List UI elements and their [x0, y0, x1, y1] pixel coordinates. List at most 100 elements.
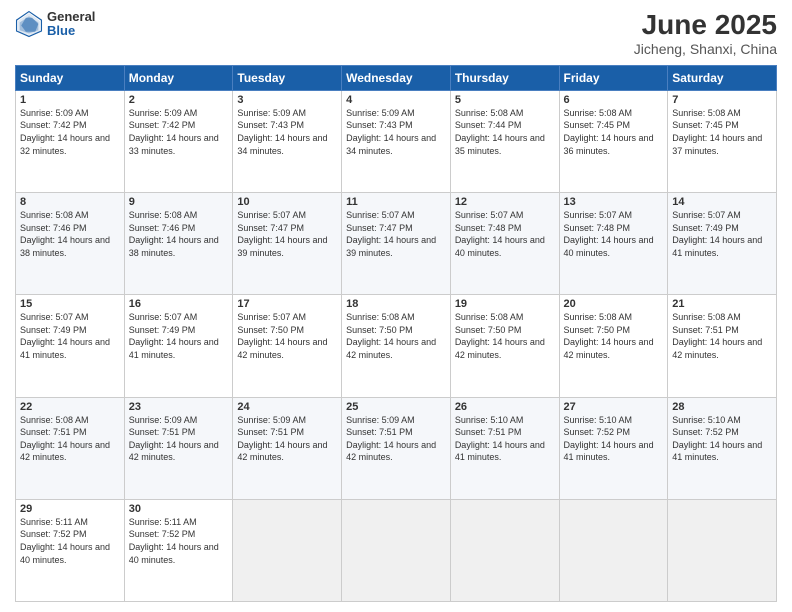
- cell-info: Sunrise: 5:07 AMSunset: 7:47 PMDaylight:…: [237, 209, 337, 259]
- calendar-cell: 19Sunrise: 5:08 AMSunset: 7:50 PMDayligh…: [450, 295, 559, 397]
- cell-info: Sunrise: 5:11 AMSunset: 7:52 PMDaylight:…: [129, 516, 229, 566]
- day-number: 13: [564, 196, 664, 208]
- page-title: June 2025: [634, 10, 777, 41]
- day-number: 29: [20, 503, 120, 515]
- cell-info: Sunrise: 5:09 AMSunset: 7:43 PMDaylight:…: [346, 107, 446, 157]
- calendar-week-row: 8Sunrise: 5:08 AMSunset: 7:46 PMDaylight…: [16, 193, 777, 295]
- cell-info: Sunrise: 5:08 AMSunset: 7:46 PMDaylight:…: [129, 209, 229, 259]
- calendar-cell: 6Sunrise: 5:08 AMSunset: 7:45 PMDaylight…: [559, 90, 668, 192]
- calendar-cell: 26Sunrise: 5:10 AMSunset: 7:51 PMDayligh…: [450, 397, 559, 499]
- day-number: 30: [129, 503, 229, 515]
- calendar-cell: 13Sunrise: 5:07 AMSunset: 7:48 PMDayligh…: [559, 193, 668, 295]
- calendar-cell: 9Sunrise: 5:08 AMSunset: 7:46 PMDaylight…: [124, 193, 233, 295]
- cell-info: Sunrise: 5:08 AMSunset: 7:50 PMDaylight:…: [564, 311, 664, 361]
- day-number: 18: [346, 298, 446, 310]
- weekday-header-row: SundayMondayTuesdayWednesdayThursdayFrid…: [16, 65, 777, 90]
- cell-info: Sunrise: 5:08 AMSunset: 7:51 PMDaylight:…: [672, 311, 772, 361]
- page-header: General Blue June 2025 Jicheng, Shanxi, …: [15, 10, 777, 57]
- calendar-cell: 16Sunrise: 5:07 AMSunset: 7:49 PMDayligh…: [124, 295, 233, 397]
- calendar-cell: 27Sunrise: 5:10 AMSunset: 7:52 PMDayligh…: [559, 397, 668, 499]
- calendar-cell: [450, 499, 559, 601]
- day-number: 14: [672, 196, 772, 208]
- calendar-cell: [559, 499, 668, 601]
- calendar-cell: 25Sunrise: 5:09 AMSunset: 7:51 PMDayligh…: [342, 397, 451, 499]
- day-number: 16: [129, 298, 229, 310]
- day-number: 1: [20, 94, 120, 106]
- cell-info: Sunrise: 5:11 AMSunset: 7:52 PMDaylight:…: [20, 516, 120, 566]
- calendar-cell: 28Sunrise: 5:10 AMSunset: 7:52 PMDayligh…: [668, 397, 777, 499]
- calendar-cell: 23Sunrise: 5:09 AMSunset: 7:51 PMDayligh…: [124, 397, 233, 499]
- calendar-cell: [233, 499, 342, 601]
- weekday-header-friday: Friday: [559, 65, 668, 90]
- weekday-header-saturday: Saturday: [668, 65, 777, 90]
- calendar-cell: 24Sunrise: 5:09 AMSunset: 7:51 PMDayligh…: [233, 397, 342, 499]
- day-number: 28: [672, 401, 772, 413]
- cell-info: Sunrise: 5:08 AMSunset: 7:45 PMDaylight:…: [564, 107, 664, 157]
- cell-info: Sunrise: 5:09 AMSunset: 7:42 PMDaylight:…: [20, 107, 120, 157]
- day-number: 21: [672, 298, 772, 310]
- calendar-cell: 29Sunrise: 5:11 AMSunset: 7:52 PMDayligh…: [16, 499, 125, 601]
- calendar-week-row: 1Sunrise: 5:09 AMSunset: 7:42 PMDaylight…: [16, 90, 777, 192]
- day-number: 2: [129, 94, 229, 106]
- cell-info: Sunrise: 5:07 AMSunset: 7:48 PMDaylight:…: [564, 209, 664, 259]
- calendar-cell: 17Sunrise: 5:07 AMSunset: 7:50 PMDayligh…: [233, 295, 342, 397]
- weekday-header-sunday: Sunday: [16, 65, 125, 90]
- day-number: 20: [564, 298, 664, 310]
- calendar-cell: 21Sunrise: 5:08 AMSunset: 7:51 PMDayligh…: [668, 295, 777, 397]
- day-number: 12: [455, 196, 555, 208]
- calendar-cell: 2Sunrise: 5:09 AMSunset: 7:42 PMDaylight…: [124, 90, 233, 192]
- calendar-cell: 14Sunrise: 5:07 AMSunset: 7:49 PMDayligh…: [668, 193, 777, 295]
- day-number: 23: [129, 401, 229, 413]
- day-number: 25: [346, 401, 446, 413]
- calendar-week-row: 29Sunrise: 5:11 AMSunset: 7:52 PMDayligh…: [16, 499, 777, 601]
- cell-info: Sunrise: 5:10 AMSunset: 7:51 PMDaylight:…: [455, 414, 555, 464]
- calendar-cell: 11Sunrise: 5:07 AMSunset: 7:47 PMDayligh…: [342, 193, 451, 295]
- day-number: 27: [564, 401, 664, 413]
- day-number: 9: [129, 196, 229, 208]
- weekday-header-monday: Monday: [124, 65, 233, 90]
- calendar-cell: 1Sunrise: 5:09 AMSunset: 7:42 PMDaylight…: [16, 90, 125, 192]
- cell-info: Sunrise: 5:09 AMSunset: 7:51 PMDaylight:…: [237, 414, 337, 464]
- cell-info: Sunrise: 5:08 AMSunset: 7:50 PMDaylight:…: [455, 311, 555, 361]
- title-block: June 2025 Jicheng, Shanxi, China: [634, 10, 777, 57]
- cell-info: Sunrise: 5:07 AMSunset: 7:49 PMDaylight:…: [20, 311, 120, 361]
- calendar-body: 1Sunrise: 5:09 AMSunset: 7:42 PMDaylight…: [16, 90, 777, 601]
- calendar-header: SundayMondayTuesdayWednesdayThursdayFrid…: [16, 65, 777, 90]
- day-number: 6: [564, 94, 664, 106]
- calendar-cell: [668, 499, 777, 601]
- cell-info: Sunrise: 5:08 AMSunset: 7:51 PMDaylight:…: [20, 414, 120, 464]
- cell-info: Sunrise: 5:07 AMSunset: 7:50 PMDaylight:…: [237, 311, 337, 361]
- day-number: 22: [20, 401, 120, 413]
- day-number: 10: [237, 196, 337, 208]
- calendar-cell: 15Sunrise: 5:07 AMSunset: 7:49 PMDayligh…: [16, 295, 125, 397]
- cell-info: Sunrise: 5:08 AMSunset: 7:45 PMDaylight:…: [672, 107, 772, 157]
- calendar-cell: 8Sunrise: 5:08 AMSunset: 7:46 PMDaylight…: [16, 193, 125, 295]
- logo-icon: [15, 10, 43, 38]
- calendar-cell: 30Sunrise: 5:11 AMSunset: 7:52 PMDayligh…: [124, 499, 233, 601]
- calendar-week-row: 22Sunrise: 5:08 AMSunset: 7:51 PMDayligh…: [16, 397, 777, 499]
- calendar-cell: 5Sunrise: 5:08 AMSunset: 7:44 PMDaylight…: [450, 90, 559, 192]
- cell-info: Sunrise: 5:09 AMSunset: 7:43 PMDaylight:…: [237, 107, 337, 157]
- day-number: 3: [237, 94, 337, 106]
- calendar-page: General Blue June 2025 Jicheng, Shanxi, …: [0, 0, 792, 612]
- calendar-cell: 18Sunrise: 5:08 AMSunset: 7:50 PMDayligh…: [342, 295, 451, 397]
- cell-info: Sunrise: 5:09 AMSunset: 7:51 PMDaylight:…: [129, 414, 229, 464]
- calendar-table: SundayMondayTuesdayWednesdayThursdayFrid…: [15, 65, 777, 602]
- day-number: 8: [20, 196, 120, 208]
- cell-info: Sunrise: 5:08 AMSunset: 7:46 PMDaylight:…: [20, 209, 120, 259]
- day-number: 17: [237, 298, 337, 310]
- calendar-cell: 20Sunrise: 5:08 AMSunset: 7:50 PMDayligh…: [559, 295, 668, 397]
- calendar-cell: 3Sunrise: 5:09 AMSunset: 7:43 PMDaylight…: [233, 90, 342, 192]
- weekday-header-tuesday: Tuesday: [233, 65, 342, 90]
- calendar-cell: 7Sunrise: 5:08 AMSunset: 7:45 PMDaylight…: [668, 90, 777, 192]
- day-number: 11: [346, 196, 446, 208]
- day-number: 5: [455, 94, 555, 106]
- day-number: 26: [455, 401, 555, 413]
- calendar-cell: 12Sunrise: 5:07 AMSunset: 7:48 PMDayligh…: [450, 193, 559, 295]
- cell-info: Sunrise: 5:07 AMSunset: 7:49 PMDaylight:…: [129, 311, 229, 361]
- calendar-week-row: 15Sunrise: 5:07 AMSunset: 7:49 PMDayligh…: [16, 295, 777, 397]
- cell-info: Sunrise: 5:07 AMSunset: 7:49 PMDaylight:…: [672, 209, 772, 259]
- calendar-cell: 4Sunrise: 5:09 AMSunset: 7:43 PMDaylight…: [342, 90, 451, 192]
- weekday-header-thursday: Thursday: [450, 65, 559, 90]
- day-number: 4: [346, 94, 446, 106]
